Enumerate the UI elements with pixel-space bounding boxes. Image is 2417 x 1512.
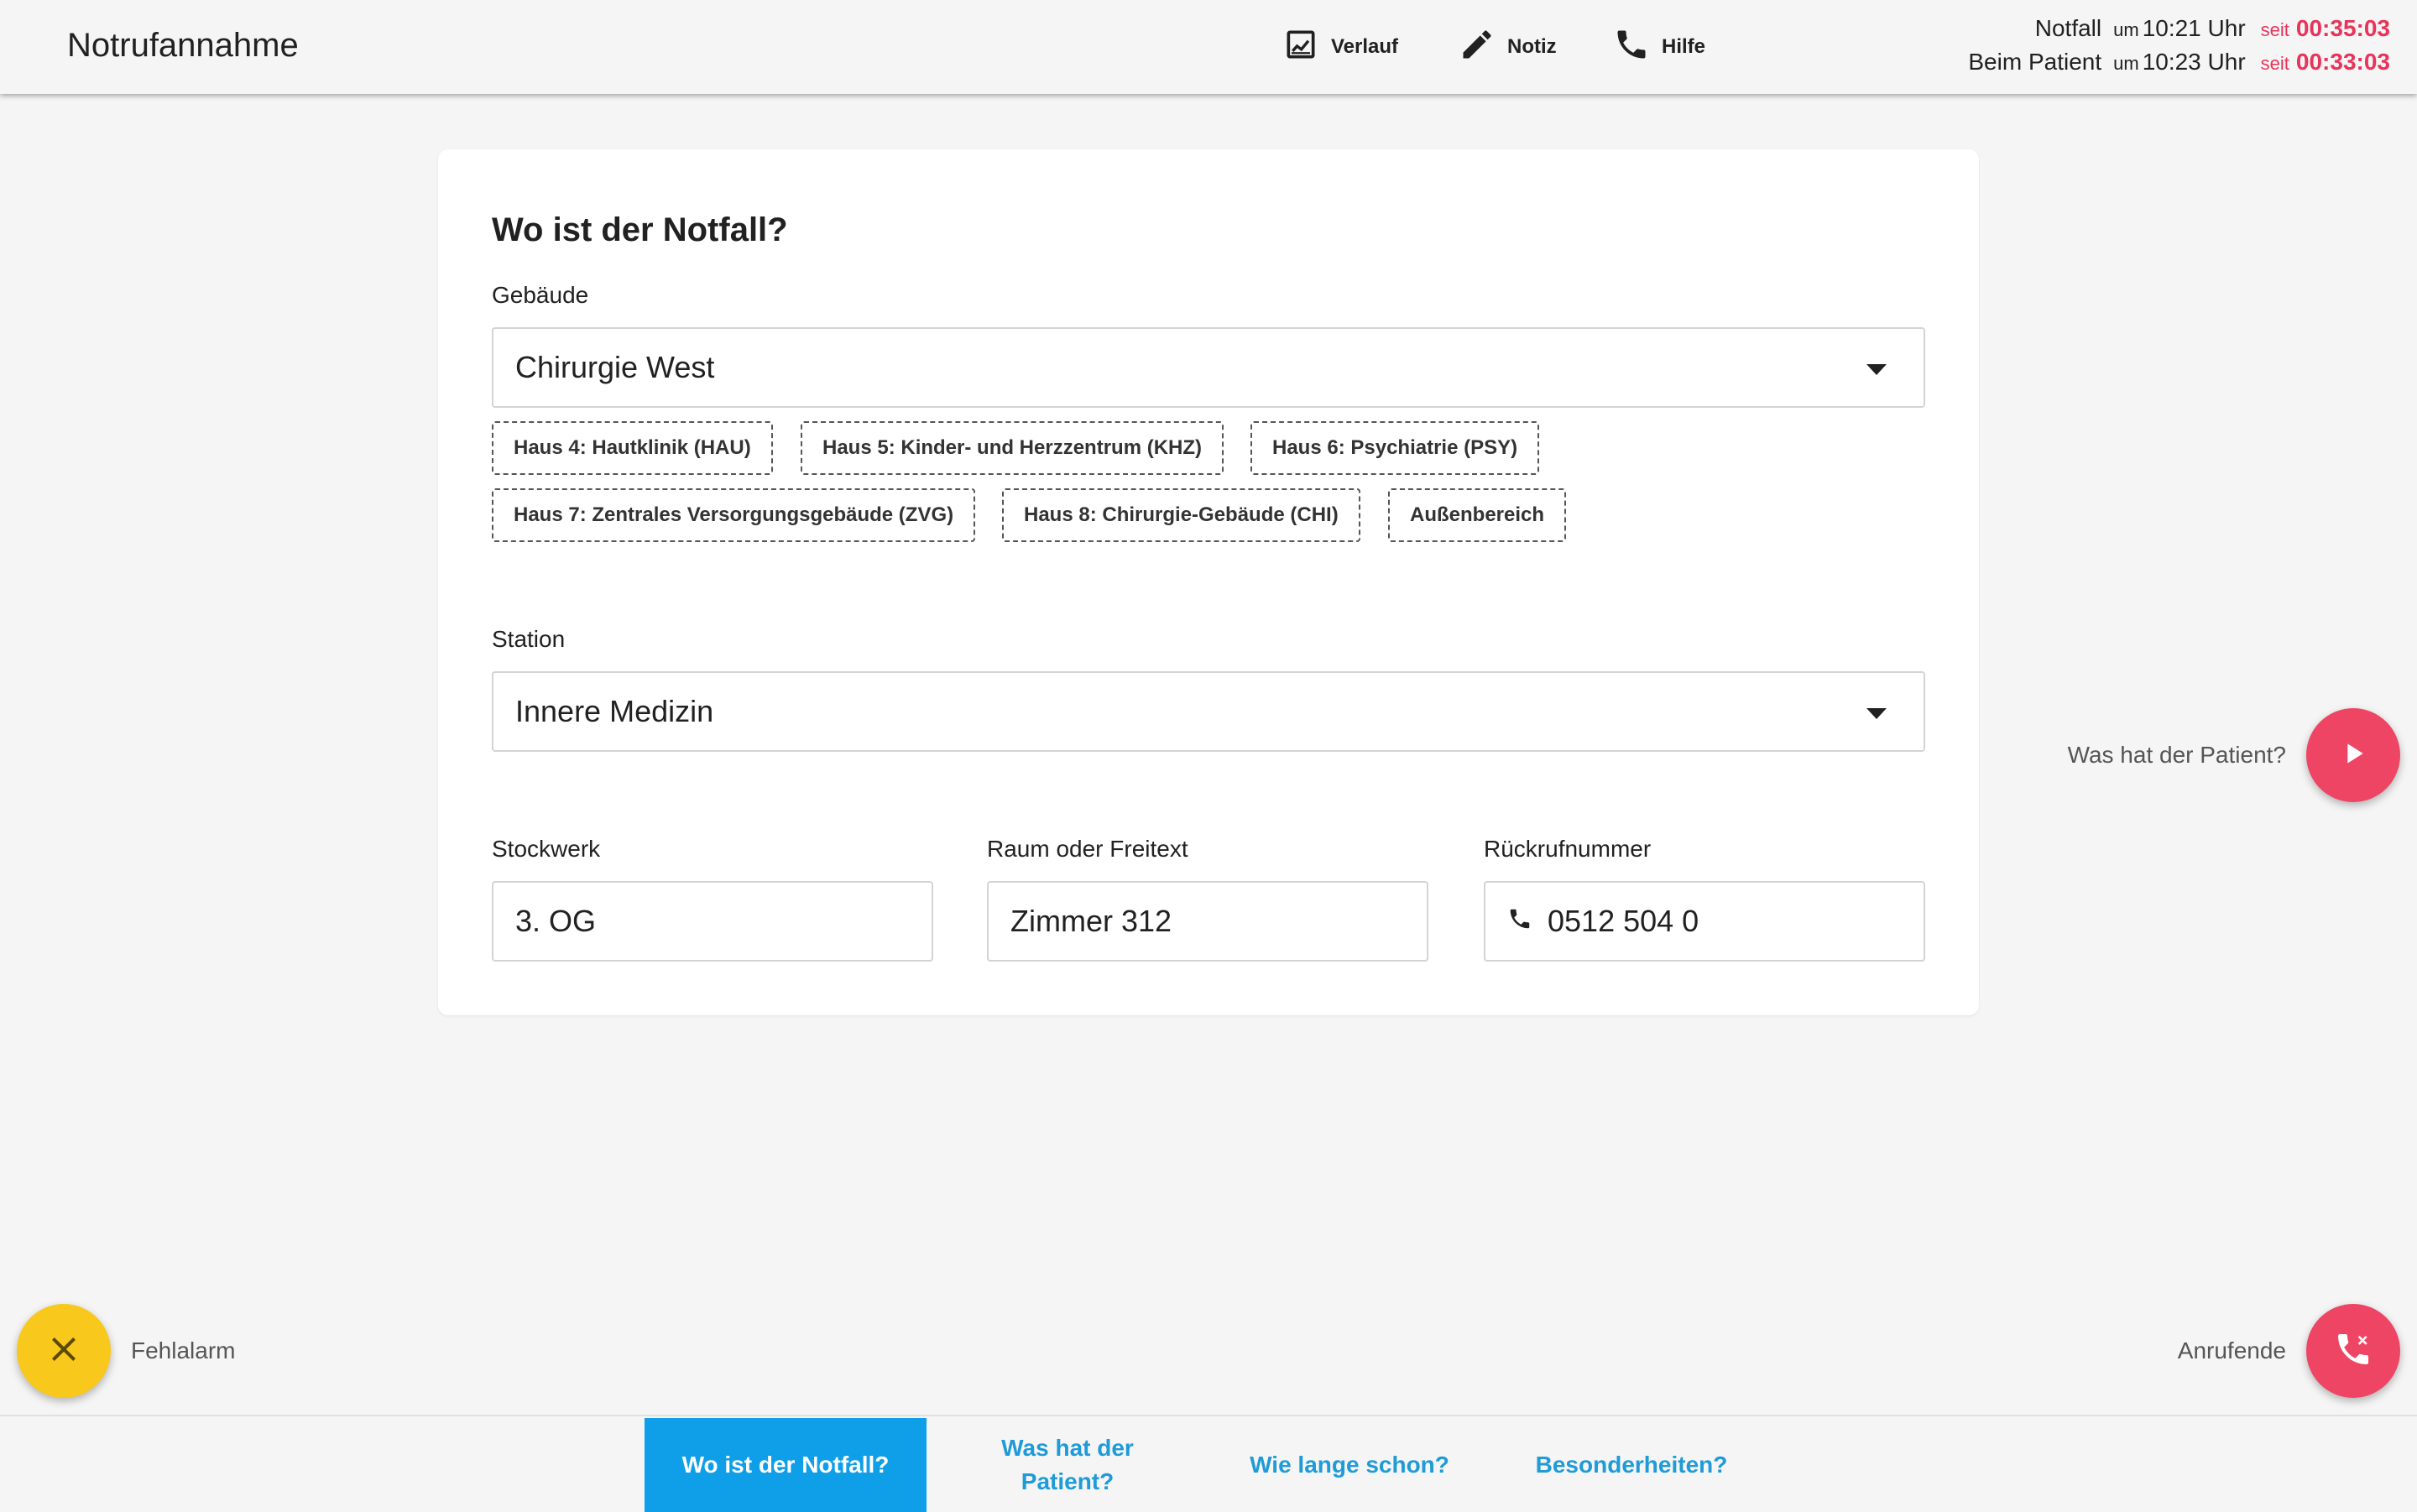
- notiz-label: Notiz: [1507, 35, 1557, 58]
- notiz-button[interactable]: Notiz: [1459, 27, 1557, 67]
- timer-label: Notfall: [2034, 15, 2102, 41]
- timer-notfall: Notfall um 10:21 Uhr seit 00:35:03: [1968, 15, 2390, 49]
- app-title: Notrufannahme: [67, 27, 299, 64]
- tab-wo-ist-der-notfall[interactable]: Wo ist der Notfall?: [645, 1418, 927, 1512]
- anrufende-button[interactable]: [2306, 1304, 2400, 1398]
- gebaeude-value: Chirurgie West: [515, 350, 715, 384]
- chip-haus-7[interactable]: Haus 7: Zentrales Versorgungsgebäude (ZV…: [492, 488, 976, 542]
- fehlalarm-label: Fehlalarm: [131, 1337, 236, 1363]
- chip-haus-5[interactable]: Haus 5: Kinder- und Herzzentrum (KHZ): [801, 421, 1224, 475]
- raum-label: Raum oder Freitext: [987, 836, 1188, 862]
- chevron-down-icon: [1866, 364, 1887, 375]
- timer-time: 10:23 Uhr: [2142, 49, 2246, 75]
- verlauf-button[interactable]: Verlauf: [1282, 27, 1398, 67]
- timer-beim-patient: Beim Patient um 10:23 Uhr seit 00:33:03: [1968, 49, 2390, 82]
- raum-value: Zimmer 312: [1010, 904, 1172, 938]
- anrufende-label: Anrufende: [2177, 1337, 2286, 1363]
- timer-time: 10:21 Uhr: [2142, 15, 2246, 41]
- phone-icon: [1613, 26, 1650, 69]
- phone-icon: [1507, 904, 1548, 939]
- chip-haus-6[interactable]: Haus 6: Psychiatrie (PSY): [1250, 421, 1540, 475]
- tab-wie-lange-schon[interactable]: Wie lange schon?: [1208, 1418, 1490, 1512]
- chip-haus-8[interactable]: Haus 8: Chirurgie-Gebäude (CHI): [1002, 488, 1360, 542]
- timer-seit: seit: [2260, 53, 2289, 74]
- timer-elapsed: 00:35:03: [2295, 15, 2390, 41]
- fehlalarm-button[interactable]: [17, 1304, 111, 1398]
- rueckruf-label: Rückrufnummer: [1484, 836, 1652, 862]
- stockwerk-label: Stockwerk: [492, 836, 601, 862]
- timer-um: um: [2113, 19, 2139, 40]
- top-app-bar: Notrufannahme Verlauf Notiz Hilfe Notfal…: [0, 0, 2417, 94]
- rueckruf-input[interactable]: 0512 504 0: [1484, 881, 1925, 962]
- close-icon: [44, 1329, 84, 1374]
- next-step-button[interactable]: [2306, 708, 2400, 802]
- next-step-label: Was hat der Patient?: [2067, 742, 2286, 768]
- hilfe-label: Hilfe: [1662, 35, 1706, 58]
- raum-input[interactable]: Zimmer 312: [987, 881, 1428, 962]
- bottom-tab-bar: Wo ist der Notfall? Was hat der Patient?…: [0, 1415, 2417, 1512]
- station-select[interactable]: Innere Medizin: [492, 671, 1925, 752]
- gebaeude-label: Gebäude: [492, 282, 589, 308]
- card-title: Wo ist der Notfall?: [492, 211, 788, 248]
- station-value: Innere Medizin: [515, 694, 714, 728]
- tab-besonderheiten[interactable]: Besonderheiten?: [1490, 1418, 1772, 1512]
- chip-aussenbereich[interactable]: Außenbereich: [1388, 488, 1567, 542]
- timer-elapsed: 00:33:03: [2295, 49, 2390, 75]
- pencil-icon: [1459, 26, 1496, 69]
- timer-label: Beim Patient: [1968, 49, 2102, 75]
- hilfe-button[interactable]: Hilfe: [1613, 27, 1705, 67]
- timer-um: um: [2113, 53, 2139, 74]
- station-label: Station: [492, 626, 566, 652]
- stockwerk-value: 3. OG: [515, 904, 597, 938]
- play-arrow-icon: [2336, 737, 2370, 774]
- call-end-icon: [2333, 1329, 2373, 1374]
- location-card: Wo ist der Notfall? Gebäude Chirurgie We…: [438, 149, 1979, 1015]
- chevron-down-icon: [1866, 708, 1887, 719]
- timers: Notfall um 10:21 Uhr seit 00:35:03 Beim …: [1968, 15, 2390, 82]
- verlauf-label: Verlauf: [1331, 35, 1399, 58]
- stockwerk-input[interactable]: 3. OG: [492, 881, 933, 962]
- chip-haus-4[interactable]: Haus 4: Hautklinik (HAU): [492, 421, 773, 475]
- tab-was-hat-der-patient[interactable]: Was hat der Patient?: [927, 1418, 1208, 1512]
- gebaeude-select[interactable]: Chirurgie West: [492, 327, 1925, 408]
- rueckruf-value: 0512 504 0: [1548, 904, 1699, 938]
- chart-icon: [1282, 26, 1319, 69]
- timer-seit: seit: [2260, 19, 2289, 40]
